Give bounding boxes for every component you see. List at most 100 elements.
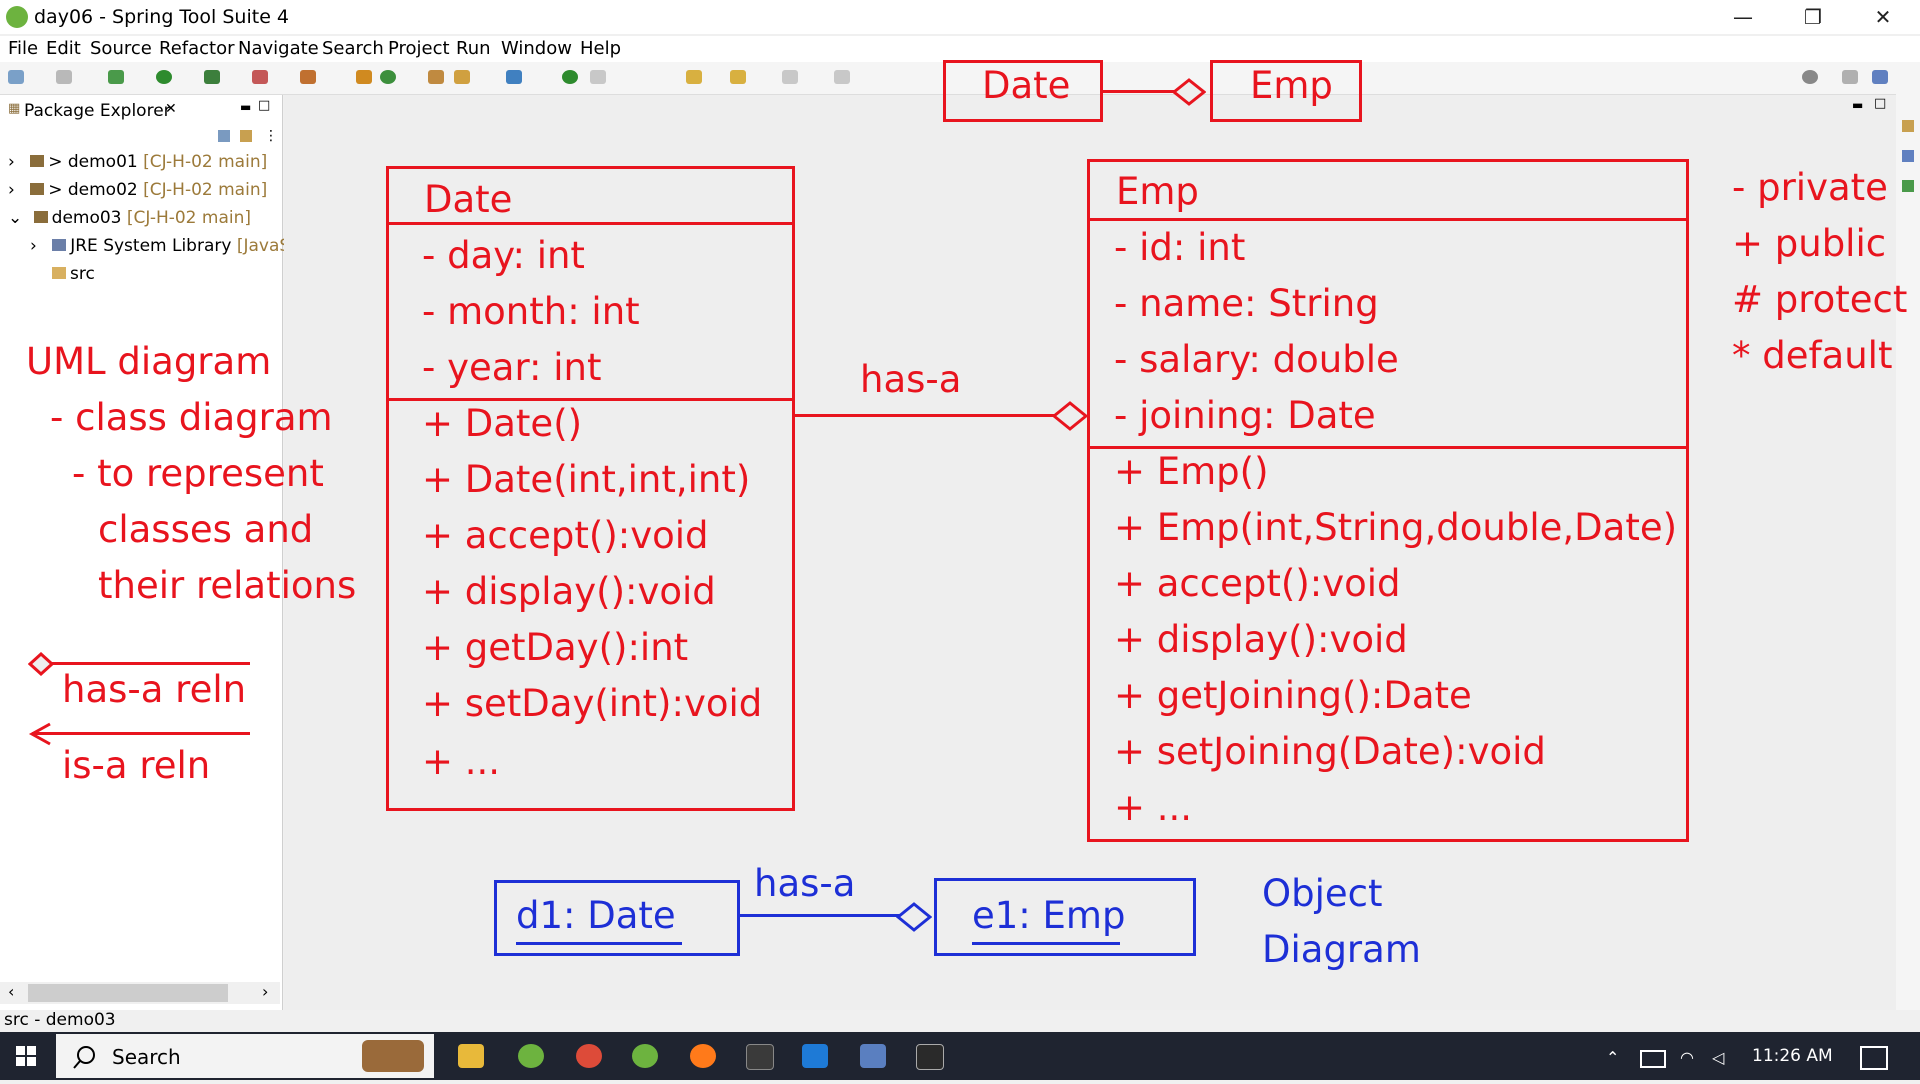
scrollbar-thumb[interactable] [28, 984, 228, 1002]
minimize-editor-icon[interactable]: ▬ [1852, 98, 1863, 112]
minimize-button[interactable]: — [1720, 4, 1766, 30]
search-tool-icon[interactable] [454, 70, 470, 84]
tray-chevron-icon[interactable]: ⌃ [1606, 1048, 1619, 1067]
maximize-editor-icon[interactable]: □ [1874, 96, 1886, 111]
emp-class-divider-2 [1087, 446, 1689, 449]
maximize-view-icon[interactable]: □ [258, 98, 270, 113]
taskbar-search[interactable]: Search [56, 1034, 434, 1078]
restore-button[interactable]: ❐ [1790, 4, 1836, 30]
taskbar-clock[interactable]: 11:26 AM [1752, 1046, 1833, 1066]
emp-field-joining: - joining: Date [1114, 394, 1376, 437]
open-perspective-icon[interactable] [834, 70, 850, 84]
legend-has-a-line [52, 662, 250, 665]
spring-tool-suite-taskbar-icon[interactable] [518, 1044, 544, 1068]
object-aggregation-line [740, 914, 900, 917]
tree-item-demo03[interactable]: ⌄ demo03 [CJ-H-02 main] [8, 208, 251, 228]
link-editor-icon[interactable] [240, 130, 252, 142]
menu-navigate[interactable]: Navigate [238, 38, 319, 59]
forward-icon[interactable] [730, 70, 746, 84]
new-icon[interactable] [8, 70, 24, 84]
menu-edit[interactable]: Edit [46, 38, 81, 59]
view-menu-icon[interactable]: ⋮ [264, 128, 278, 144]
emp-class-name: Emp [1116, 170, 1199, 213]
next-annotation-icon[interactable] [590, 70, 606, 84]
expand-arrow-icon[interactable]: › [30, 236, 37, 256]
legend-diamond-icon [28, 652, 54, 676]
menu-project[interactable]: Project [388, 38, 450, 59]
terminal-icon[interactable] [506, 70, 522, 84]
close-button[interactable]: ✕ [1860, 4, 1906, 30]
modifier-public: + public [1732, 222, 1887, 265]
menu-file[interactable]: File [8, 38, 38, 59]
date-class-divider-1 [386, 222, 795, 225]
tree-item-demo01[interactable]: › > demo01 [CJ-H-02 main] [8, 152, 267, 172]
tree-item-src[interactable]: src [48, 264, 95, 284]
expand-arrow-icon[interactable]: › [8, 152, 15, 172]
open-type-icon[interactable] [428, 70, 444, 84]
volume-icon[interactable]: ◁ [1712, 1048, 1724, 1067]
package-explorer-icon: ▦ [8, 101, 21, 116]
close-icon[interactable]: ✕ [165, 101, 177, 117]
uml-note-line-2: - class diagram [50, 396, 333, 439]
collapse-all-icon[interactable] [218, 130, 230, 142]
library-icon [52, 239, 67, 251]
class-aggregation-line [795, 414, 1057, 417]
run-icon[interactable] [156, 70, 172, 84]
menu-help[interactable]: Help [580, 38, 621, 59]
back-icon[interactable] [686, 70, 702, 84]
new-class-icon[interactable] [380, 70, 396, 84]
scroll-right-icon[interactable]: › [262, 982, 268, 1001]
object-e1-underline [972, 942, 1120, 945]
minimize-view-icon[interactable]: ▬ [240, 100, 251, 114]
menu-refactor[interactable]: Refactor [159, 38, 235, 59]
file-explorer-icon[interactable] [458, 1044, 484, 1068]
perspective-icon[interactable] [1842, 70, 1858, 84]
remote-desktop-icon[interactable] [860, 1044, 886, 1068]
firefox-icon[interactable] [690, 1044, 716, 1068]
object-e1-label: e1: Emp [972, 894, 1126, 937]
date-field-day: - day: int [422, 234, 585, 277]
tree-item-jre-system-library[interactable]: › JRE System Library [JavaSE [30, 236, 301, 256]
app-window-icon[interactable] [916, 1044, 944, 1070]
java-perspective-icon[interactable] [1872, 70, 1888, 84]
date-method-1: + Date() [422, 402, 583, 445]
collapse-arrow-icon[interactable]: ⌄ [8, 208, 22, 228]
debug-icon[interactable] [108, 70, 124, 84]
emp-field-id: - id: int [1114, 226, 1246, 269]
status-text: src - demo03 [4, 1010, 116, 1030]
spring-tool-suite-2-icon[interactable] [632, 1044, 658, 1068]
wifi-icon[interactable]: ◠ [1680, 1048, 1694, 1067]
terminal-taskbar-icon[interactable] [746, 1044, 774, 1070]
spring-symbols-icon[interactable] [1902, 180, 1914, 192]
emp-method-7: + ... [1114, 786, 1193, 829]
uml-note-line-5: their relations [98, 564, 357, 607]
scroll-left-icon[interactable]: ‹ [8, 982, 14, 1001]
search-icon[interactable] [1802, 70, 1818, 84]
start-button[interactable] [0, 1032, 54, 1080]
menu-run[interactable]: Run [456, 38, 491, 59]
pin-editor-icon[interactable] [782, 70, 798, 84]
menu-source[interactable]: Source [90, 38, 152, 59]
menu-search[interactable]: Search [322, 38, 384, 59]
object-diagram-title-1: Object [1262, 872, 1383, 915]
menu-window[interactable]: Window [501, 38, 572, 59]
stop-icon[interactable] [252, 70, 268, 84]
package-explorer-panel [0, 95, 283, 1010]
outline-icon[interactable] [1902, 120, 1914, 132]
notification-icon[interactable] [1860, 1046, 1888, 1070]
date-method-3: + accept():void [422, 514, 709, 557]
expand-arrow-icon[interactable]: › [8, 180, 15, 200]
external-tools-icon[interactable] [300, 70, 316, 84]
git-decoration: [CJ-H-02 main] [121, 208, 252, 228]
chrome-icon[interactable] [576, 1044, 602, 1068]
battery-icon[interactable] [1640, 1050, 1666, 1068]
boot-dashboard-icon[interactable] [562, 70, 578, 84]
save-icon[interactable] [56, 70, 72, 84]
coverage-icon[interactable] [204, 70, 220, 84]
tree-item-demo02[interactable]: › > demo02 [CJ-H-02 main] [8, 180, 267, 200]
vscode-icon[interactable] [802, 1044, 828, 1068]
new-java-project-icon[interactable] [356, 70, 372, 84]
package-explorer-tab[interactable]: ▦ Package Explorer ✕ [0, 95, 190, 127]
task-list-icon[interactable] [1902, 150, 1914, 162]
legend-has-a-label: has-a reln [62, 668, 247, 711]
